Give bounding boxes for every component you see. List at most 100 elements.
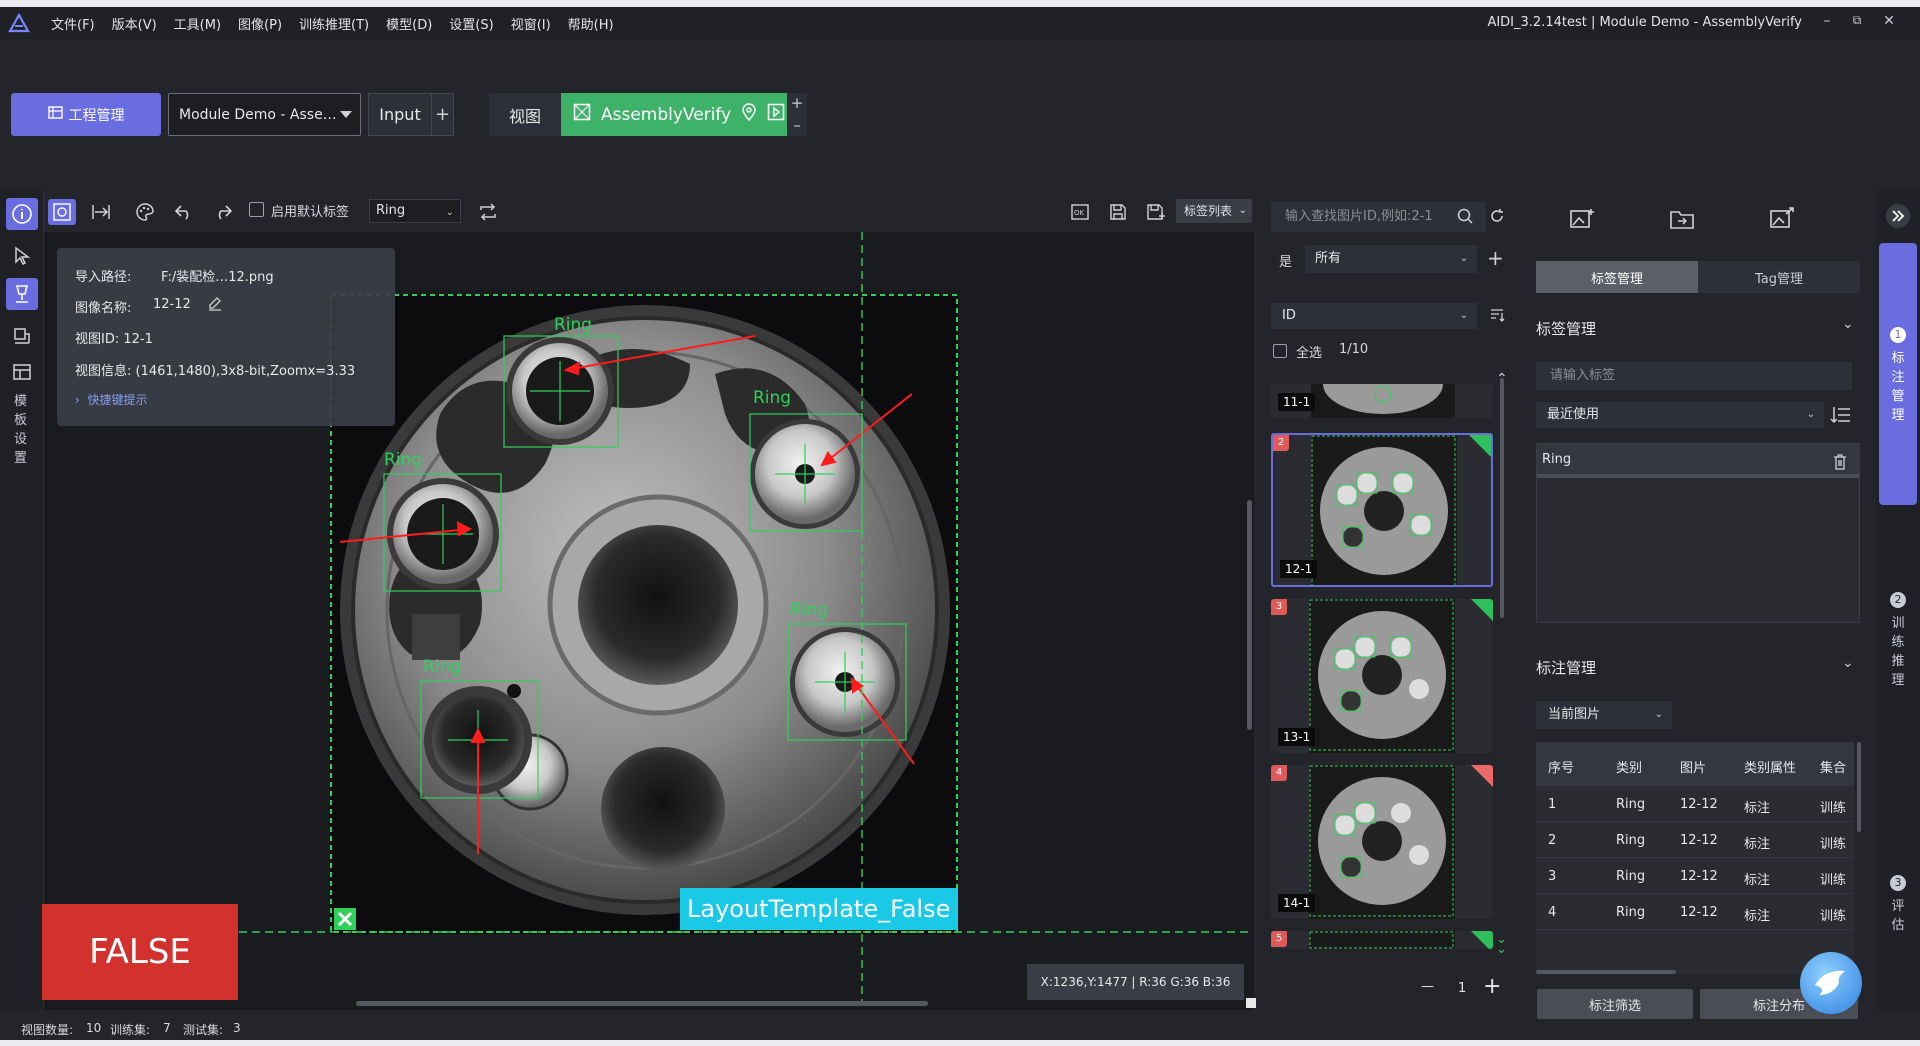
- scroll-bottom-icon[interactable]: ⌄ ⌄: [1496, 933, 1507, 956]
- template-icon[interactable]: [6, 356, 38, 388]
- page-next-button[interactable]: +: [1483, 974, 1501, 999]
- pointer-icon[interactable]: [6, 240, 38, 272]
- menu-image[interactable]: 图像(P): [238, 14, 282, 33]
- horizontal-scrollbar[interactable]: [356, 1001, 928, 1006]
- annotate-icon[interactable]: [6, 278, 38, 310]
- menu-settings[interactable]: 设置(S): [449, 14, 493, 33]
- table-row[interactable]: 4 Ring 12-12 标注 训练: [1536, 894, 1854, 930]
- label-input[interactable]: 请输入标签: [1536, 362, 1852, 390]
- vertical-scrollbar[interactable]: [1247, 500, 1252, 730]
- col-category[interactable]: 类别: [1616, 757, 1642, 776]
- play-icon[interactable]: [767, 103, 785, 126]
- edit-icon[interactable]: [207, 295, 223, 315]
- view-node[interactable]: 视图: [489, 93, 561, 136]
- refresh-icon[interactable]: [1488, 207, 1506, 229]
- tag-list-button[interactable]: 标签列表 ⌄: [1176, 199, 1252, 223]
- fit-view-icon[interactable]: [48, 199, 76, 225]
- resize-handle[interactable]: [1246, 998, 1256, 1008]
- sort-order-icon[interactable]: [1489, 308, 1505, 326]
- assistant-bird-icon[interactable]: [1800, 952, 1862, 1014]
- node-plus-button[interactable]: +: [791, 96, 804, 111]
- app-logo-icon[interactable]: [4, 9, 34, 37]
- step-label-management[interactable]: 1 标注管理: [1879, 243, 1917, 505]
- filter-select[interactable]: 所有 ⌄: [1305, 245, 1477, 273]
- menu-help[interactable]: 帮助(H): [568, 14, 614, 33]
- restore-button[interactable]: ⧉: [1844, 13, 1870, 28]
- project-select[interactable]: Module Demo - Asse…: [168, 93, 361, 136]
- info-icon[interactable]: [6, 198, 38, 230]
- menu-version[interactable]: 版本(V): [112, 14, 157, 33]
- trash-icon[interactable]: [1833, 451, 1847, 483]
- input-node[interactable]: Input: [368, 93, 432, 136]
- label-section-title[interactable]: 标签管理: [1536, 318, 1596, 339]
- add-image-icon[interactable]: [1566, 205, 1598, 233]
- location-pin-icon[interactable]: [741, 103, 757, 126]
- table-row[interactable]: 2 Ring 12-12 标注 训练: [1536, 822, 1854, 858]
- recent-select[interactable]: 最近使用 ⌄: [1536, 402, 1824, 428]
- menu-file[interactable]: 文件(F): [51, 14, 95, 33]
- thumbnail-item[interactable]: 3 13-1: [1271, 599, 1493, 753]
- table-row[interactable]: 3 Ring 12-12 标注 训练: [1536, 858, 1854, 894]
- project-manage-button[interactable]: 工程管理: [11, 93, 161, 136]
- step-3-label[interactable]: 评估: [1891, 897, 1905, 935]
- assembly-verify-node[interactable]: AssemblyVerify: [561, 93, 787, 136]
- gallery-scrollbar[interactable]: [1500, 378, 1504, 618]
- annotation-scope-select[interactable]: 当前图片 ⌄: [1536, 701, 1672, 729]
- filter-yes-label[interactable]: 是: [1279, 251, 1292, 270]
- fit-width-icon[interactable]: [87, 199, 115, 225]
- default-label-checkbox[interactable]: [249, 202, 264, 217]
- thumbnail-item[interactable]: 4 14-1: [1271, 765, 1493, 919]
- tab-label-management[interactable]: 标签管理: [1536, 261, 1698, 293]
- save-icon[interactable]: [1104, 199, 1132, 225]
- col-index[interactable]: 序号: [1548, 757, 1574, 776]
- thumbnail-item-selected[interactable]: 2 12-1: [1271, 433, 1493, 587]
- annotation-section-title[interactable]: 标注管理: [1536, 657, 1596, 678]
- palette-icon[interactable]: [131, 199, 159, 225]
- table-row[interactable]: 1 Ring 12-12 标注 训练: [1536, 786, 1854, 822]
- train-count-value: 7: [163, 1021, 171, 1035]
- add-node-button[interactable]: +: [432, 93, 454, 136]
- col-set[interactable]: 集合: [1820, 757, 1846, 776]
- page-number[interactable]: 1: [1458, 981, 1466, 996]
- swap-icon[interactable]: [474, 199, 502, 225]
- col-image[interactable]: 图片: [1680, 757, 1706, 776]
- node-minus-button[interactable]: –: [793, 117, 801, 133]
- label-select[interactable]: Ring ⌄: [369, 199, 461, 223]
- add-filter-icon[interactable]: +: [1487, 246, 1504, 270]
- chevron-down-icon[interactable]: ⌄: [1842, 316, 1854, 332]
- tab-tag-management[interactable]: Tag管理: [1698, 261, 1860, 293]
- row-set: 训练: [1820, 801, 1847, 816]
- row-attribute: 标注: [1744, 837, 1771, 852]
- label-list-item[interactable]: Ring: [1537, 444, 1859, 478]
- menu-window[interactable]: 视窗(I): [511, 14, 551, 33]
- menu-train-infer[interactable]: 训练推理(T): [299, 14, 369, 33]
- import-folder-icon[interactable]: [1666, 205, 1698, 233]
- menu-model[interactable]: 模型(D): [386, 14, 432, 33]
- save-as-icon[interactable]: [1142, 199, 1170, 225]
- page-prev-button[interactable]: —: [1421, 979, 1434, 994]
- minimize-button[interactable]: –: [1814, 13, 1840, 29]
- select-all-checkbox[interactable]: [1273, 344, 1287, 358]
- redo-icon[interactable]: [209, 199, 237, 225]
- shortcut-hint[interactable]: › 快捷键提示: [75, 391, 147, 408]
- table-hscrollbar[interactable]: [1536, 970, 1676, 974]
- close-button[interactable]: ✕: [1876, 13, 1902, 29]
- collapse-panel-icon[interactable]: [1884, 202, 1912, 234]
- col-attribute[interactable]: 类别属性: [1744, 757, 1796, 776]
- workflow-icon[interactable]: [6, 320, 38, 352]
- thumbnail-item[interactable]: 5: [1271, 931, 1493, 949]
- step-2-label[interactable]: 训练推理: [1891, 614, 1905, 690]
- table-vscrollbar[interactable]: [1857, 742, 1861, 832]
- thumbnail-item[interactable]: 11-1: [1271, 384, 1493, 418]
- sort-list-icon[interactable]: [1830, 405, 1852, 429]
- ok-image-icon[interactable]: OK: [1066, 199, 1094, 225]
- annotation-filter-button[interactable]: 标注筛选: [1537, 989, 1693, 1019]
- image-search-input[interactable]: 输入查找图片ID,例如:2-1: [1271, 202, 1486, 232]
- search-icon[interactable]: [1456, 207, 1474, 229]
- undo-icon[interactable]: [170, 199, 198, 225]
- chevron-down-icon[interactable]: ⌄: [1842, 655, 1854, 671]
- menu-tools[interactable]: 工具(M): [174, 14, 221, 33]
- sort-select[interactable]: ID ⌄: [1271, 303, 1477, 329]
- template-settings-label[interactable]: 模板设置: [14, 392, 30, 468]
- export-image-icon[interactable]: [1766, 205, 1798, 233]
